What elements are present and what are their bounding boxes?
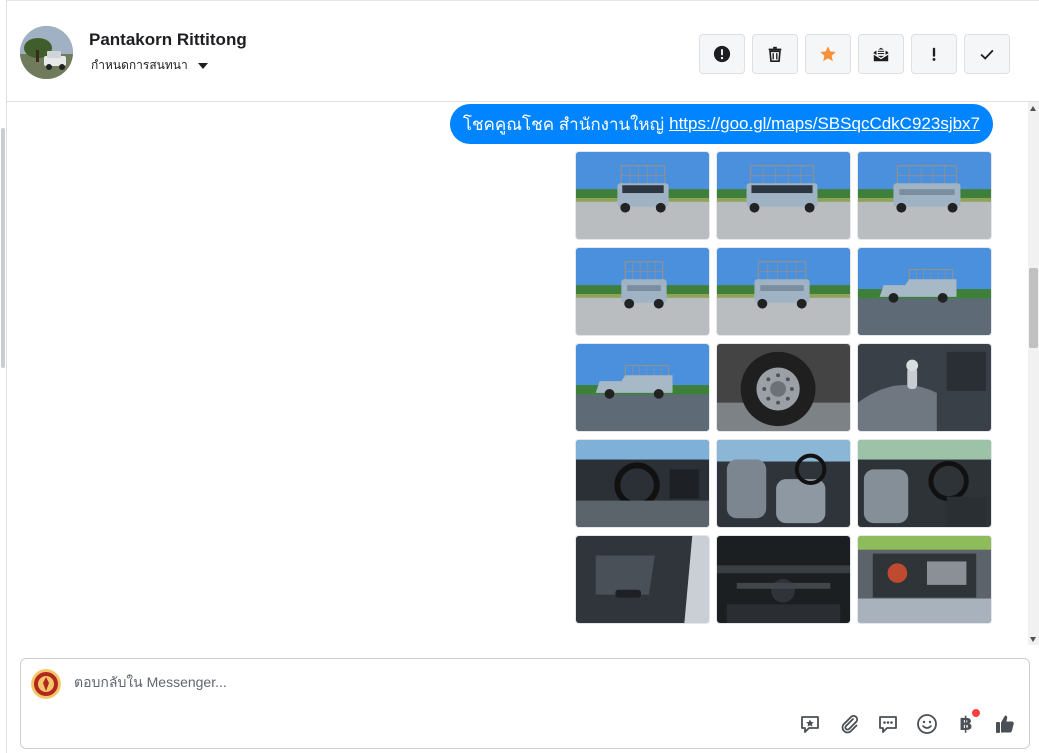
photo-thumbnail[interactable] — [857, 439, 992, 528]
header-actions — [699, 34, 1010, 74]
photo-image — [576, 248, 709, 335]
quick-reply-button[interactable] — [876, 712, 900, 736]
photo-thumbnail[interactable] — [716, 247, 851, 336]
saved-reply-icon — [801, 716, 819, 733]
scrollbar-thumb[interactable] — [1029, 268, 1038, 348]
photo-thumbnail[interactable] — [575, 535, 710, 624]
notification-dot — [972, 709, 980, 717]
photo-thumbnail[interactable] — [575, 151, 710, 240]
saved-reply-button[interactable] — [798, 712, 822, 736]
photo-thumbnail[interactable] — [857, 151, 992, 240]
attachment-button[interactable] — [837, 712, 861, 736]
photo-image — [717, 536, 850, 623]
photo-thumbnail[interactable] — [716, 343, 851, 432]
baht-icon: ฿ — [959, 713, 973, 735]
message-link[interactable]: https://goo.gl/maps/SBSqcCdkC923sjbx7 — [669, 114, 980, 134]
mail-unread-icon — [873, 47, 889, 62]
like-button[interactable] — [993, 712, 1017, 736]
follow-up-button[interactable] — [911, 34, 957, 74]
photo-image — [576, 344, 709, 431]
photo-image — [576, 440, 709, 527]
emoji-icon — [917, 714, 937, 734]
mark-unread-button[interactable] — [858, 34, 904, 74]
checkmark-icon — [980, 49, 994, 60]
photo-image — [858, 248, 991, 335]
photo-image — [717, 344, 850, 431]
left-panel-edge — [0, 0, 7, 753]
trash-icon — [768, 46, 782, 63]
photo-thumbnail[interactable] — [716, 535, 851, 624]
exclamation-icon — [932, 47, 936, 61]
contact-avatar[interactable] — [20, 26, 73, 79]
star-button[interactable] — [805, 34, 851, 74]
reply-input[interactable] — [74, 674, 774, 690]
photo-image — [576, 536, 709, 623]
photo-thumbnail[interactable] — [857, 247, 992, 336]
conversation-header: Pantakorn Rittitong กำหนดการสนทนา — [7, 0, 1039, 102]
message-text: โชคคูณโชค สำนักงานใหญ่ — [462, 114, 665, 134]
outgoing-message-bubble[interactable]: โชคคูณโชค สำนักงานใหญ่ https://goo.gl/ma… — [449, 104, 993, 144]
mark-done-button[interactable] — [964, 34, 1010, 74]
photo-image — [858, 152, 991, 239]
conversation-window: Pantakorn Rittitong กำหนดการสนทนา โชคคูณ… — [0, 0, 1039, 753]
photo-image — [858, 344, 991, 431]
assign-conversation-label: กำหนดการสนทนา — [91, 58, 188, 72]
like-icon — [996, 715, 1014, 733]
reply-composer: ฿ — [20, 658, 1030, 749]
message-thread[interactable]: โชคคูณโชค สำนักงานใหญ่ https://goo.gl/ma… — [8, 102, 1028, 645]
photo-image — [858, 440, 991, 527]
mark-spam-button[interactable] — [699, 34, 745, 74]
attachment-icon — [841, 715, 858, 734]
left-scroll-thumb[interactable] — [1, 128, 5, 368]
photo-gallery — [575, 151, 992, 624]
composer-tools: ฿ — [798, 709, 1017, 736]
page-avatar — [31, 669, 61, 699]
thread-scrollbar[interactable] — [1028, 102, 1039, 645]
payment-button[interactable]: ฿ — [954, 709, 980, 736]
alert-circle-icon — [713, 45, 731, 63]
caret-down-icon — [197, 62, 208, 69]
photo-thumbnail[interactable] — [716, 151, 851, 240]
photo-image — [717, 440, 850, 527]
scroll-down-arrow-icon[interactable] — [1030, 637, 1036, 642]
photo-thumbnail[interactable] — [857, 535, 992, 624]
scroll-up-arrow-icon[interactable] — [1030, 106, 1036, 111]
photo-thumbnail[interactable] — [716, 439, 851, 528]
assign-conversation-dropdown[interactable]: กำหนดการสนทนา — [91, 56, 208, 75]
photo-thumbnail[interactable] — [575, 343, 710, 432]
contact-name[interactable]: Pantakorn Rittitong — [89, 30, 247, 50]
quick-reply-icon — [879, 716, 897, 733]
photo-image — [858, 536, 991, 623]
photo-image — [717, 248, 850, 335]
photo-thumbnail[interactable] — [857, 343, 992, 432]
photo-thumbnail[interactable] — [575, 247, 710, 336]
delete-button[interactable] — [752, 34, 798, 74]
photo-image — [717, 152, 850, 239]
photo-image — [576, 152, 709, 239]
photo-thumbnail[interactable] — [575, 439, 710, 528]
star-icon — [820, 46, 836, 62]
emoji-button[interactable] — [915, 712, 939, 736]
